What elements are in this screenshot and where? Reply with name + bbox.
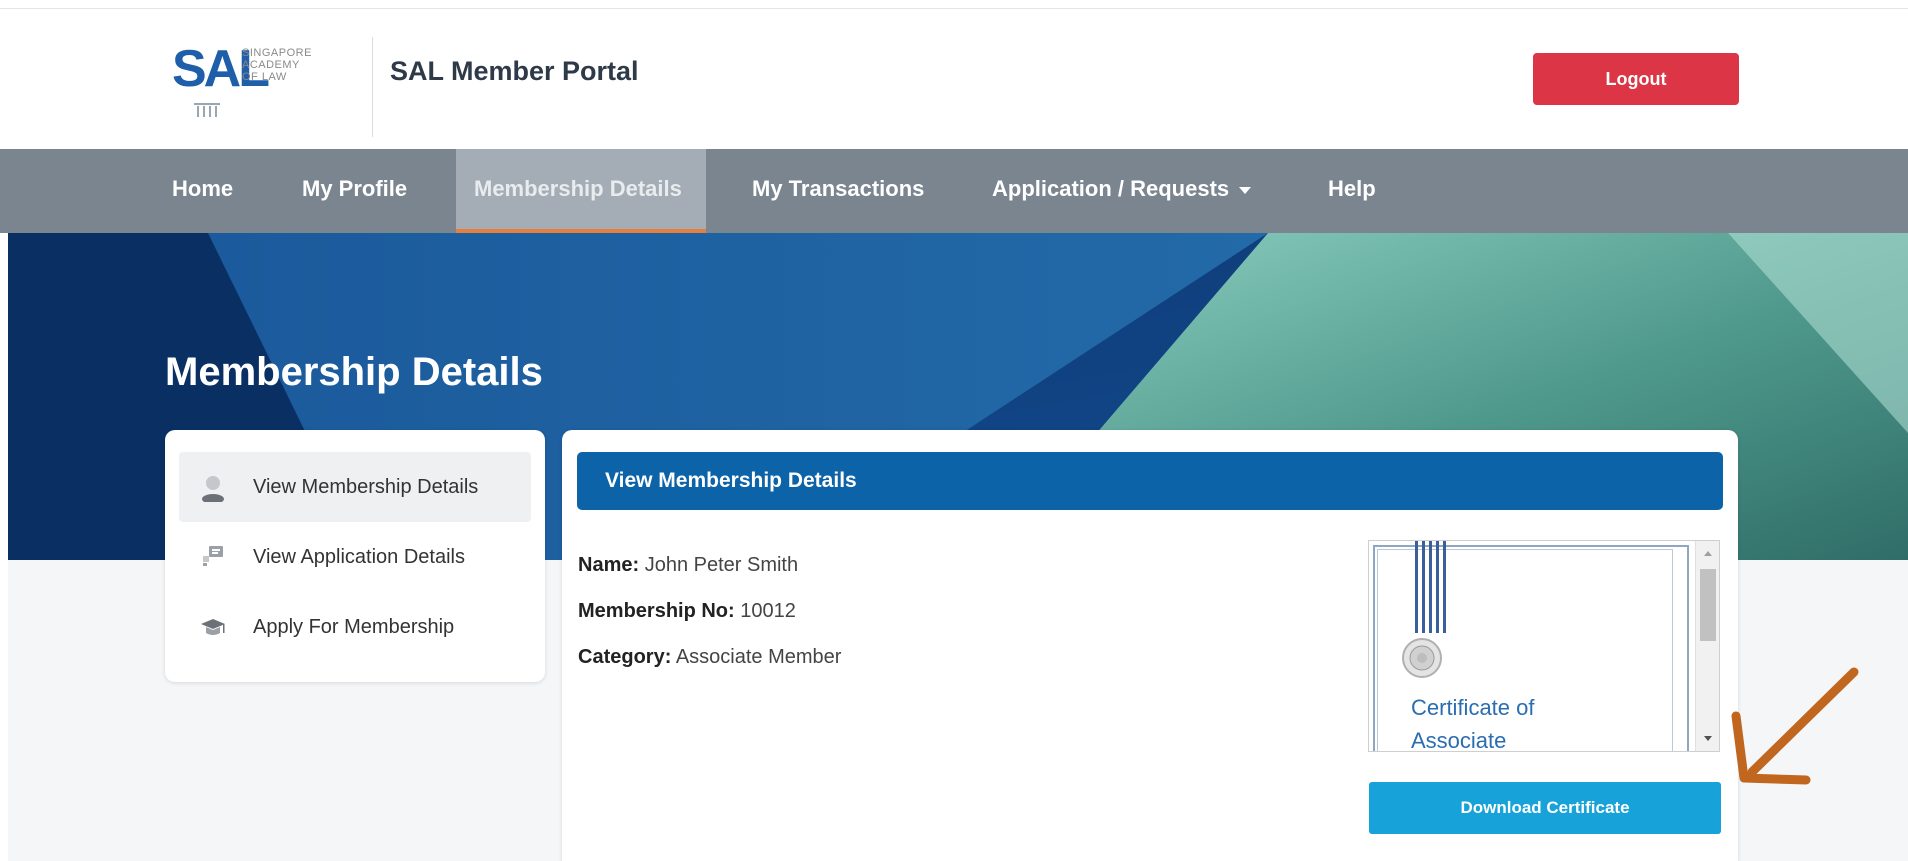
logo-subtext: SINGAPORE ACADEMY OF LAW [242,47,312,83]
certificate-preview[interactable]: Certificate of Associate [1368,540,1720,752]
caret-down-icon [1239,186,1252,194]
site-header: SAL SINGAPORE ACADEMY OF LAW SAL Member … [0,9,1908,149]
sidebar-item-label: View Membership Details [253,476,479,498]
nav-my-transactions[interactable]: My Transactions [752,149,942,233]
sidebar-item-view-application-details[interactable]: View Application Details [179,522,531,592]
scroll-thumb[interactable] [1700,569,1716,641]
annotation-arrow-icon [1731,667,1859,785]
category-label: Category: [578,646,672,668]
name-value: John Peter Smith [644,554,799,576]
category-value: Associate Member [675,646,842,668]
sidebar-card: View Membership Details View Application… [165,430,545,682]
sidebar-item-apply-for-membership[interactable]: Apply For Membership [179,592,531,662]
ribbon-icon [1415,541,1446,633]
name-label: Name: [578,554,640,576]
sidebar-item-label: View Application Details [253,546,465,568]
scroll-up-icon[interactable] [1704,551,1712,556]
category-field: Category: Associate Member [578,646,841,669]
nav-membership-details[interactable]: Membership Details [456,149,706,233]
person-icon [202,476,224,502]
portal-title: SAL Member Portal [390,56,639,86]
logout-button[interactable]: Logout [1533,53,1739,105]
membership-details-card: View Membership Details Name: John Peter… [562,430,1738,861]
nav-my-profile[interactable]: My Profile [302,149,422,233]
name-field: Name: John Peter Smith [578,554,798,577]
chat-icon [203,546,223,566]
membership-no-label: Membership No: [578,600,735,622]
seal-icon [1402,638,1442,678]
certificate-scrollbar[interactable] [1695,541,1719,751]
main-nav: Home My Profile Membership Details My Tr… [0,149,1908,233]
membership-no-value: 10012 [740,600,796,622]
nav-application-requests-label: Application / Requests [992,176,1230,201]
certificate-preview-text: Certificate of Associate [1411,695,1535,752]
membership-no-field: Membership No: 10012 [578,600,796,623]
nav-home[interactable]: Home [172,149,242,233]
sidebar-item-label: Apply For Membership [253,616,455,638]
nav-help[interactable]: Help [1328,149,1388,233]
nav-application-requests[interactable]: Application / Requests [992,149,1272,233]
page-title: Membership Details [165,350,543,394]
sidebar-item-view-membership-details[interactable]: View Membership Details [179,452,531,522]
download-certificate-button[interactable]: Download Certificate [1369,782,1721,834]
card-header: View Membership Details [577,452,1723,510]
scroll-down-icon[interactable] [1704,736,1712,741]
header-divider [372,37,373,137]
sal-logo[interactable]: SAL SINGAPORE ACADEMY OF LAW [172,41,372,129]
graduation-cap-icon [201,619,225,635]
pillars-icon [194,103,220,117]
